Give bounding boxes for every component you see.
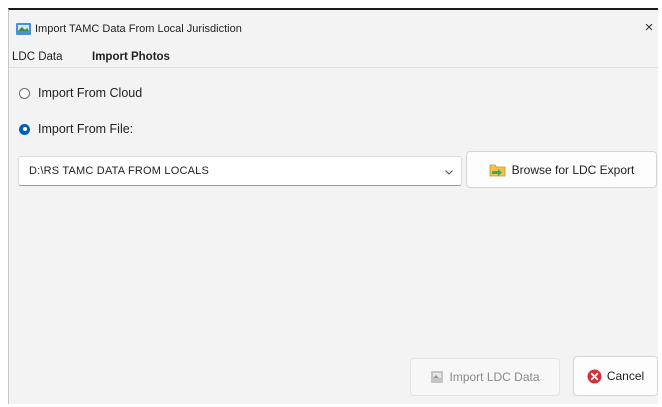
- file-path-value: D:\RS TAMC DATA FROM LOCALS: [29, 165, 209, 177]
- import-ldc-data-button[interactable]: Import LDC Data: [410, 358, 560, 396]
- title-bar: Import TAMC Data From Local Jurisdiction…: [9, 10, 658, 44]
- browse-for-ldc-export-button[interactable]: Browse for LDC Export: [466, 151, 657, 188]
- cancel-button-label: Cancel: [606, 369, 645, 383]
- import-from-cloud-label: Import From Cloud: [38, 86, 143, 100]
- cancel-icon: [587, 369, 602, 384]
- browse-button-label: Browse for LDC Export: [511, 162, 635, 177]
- import-dialog: Import TAMC Data From Local Jurisdiction…: [8, 8, 658, 404]
- tab-strip: LDC Data Import Photos: [9, 47, 658, 68]
- radio-import-from-cloud[interactable]: [19, 87, 30, 99]
- window-title: Import TAMC Data From Local Jurisdiction: [35, 23, 242, 35]
- tab-ldc-data[interactable]: LDC Data: [12, 51, 63, 63]
- tab-import-photos[interactable]: Import Photos: [92, 51, 170, 63]
- chevron-down-icon[interactable]: [444, 166, 454, 176]
- folder-icon: [489, 162, 507, 177]
- cancel-button[interactable]: Cancel: [573, 356, 658, 396]
- file-path-combobox[interactable]: D:\RS TAMC DATA FROM LOCALS: [18, 156, 462, 186]
- import-button-label: Import LDC Data: [449, 370, 540, 384]
- app-icon: [16, 22, 32, 36]
- radio-import-from-file[interactable]: [19, 123, 30, 135]
- option-import-from-cloud[interactable]: Import From Cloud: [19, 84, 142, 102]
- import-icon: [430, 370, 444, 384]
- import-from-file-label: Import From File:: [38, 122, 134, 136]
- option-import-from-file[interactable]: Import From File:: [19, 120, 133, 138]
- close-button[interactable]: ×: [642, 20, 656, 37]
